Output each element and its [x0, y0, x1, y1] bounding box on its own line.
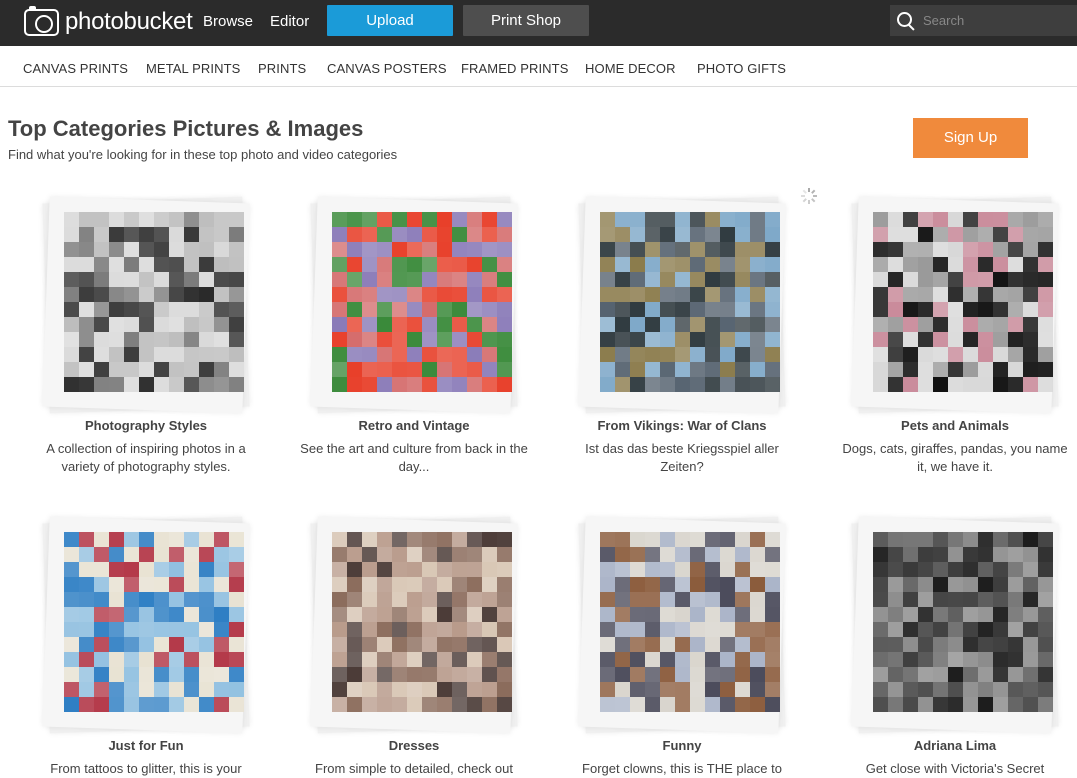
product-nav: CANVAS PRINTS METAL PRINTS PRINTS CANVAS…: [0, 46, 1077, 87]
category-thumbnail[interactable]: [873, 212, 1053, 392]
category-thumbnail[interactable]: [332, 212, 512, 392]
category-title[interactable]: Funny: [552, 738, 812, 753]
logo[interactable]: photobucket: [24, 5, 193, 36]
category-title[interactable]: Adriana Lima: [825, 738, 1077, 753]
logo-text: photobucket: [65, 8, 193, 35]
category-thumbnail[interactable]: [64, 532, 244, 712]
category-thumbnail[interactable]: [600, 212, 780, 392]
subnav-prints[interactable]: PRINTS: [258, 61, 306, 76]
category-description: From tattoos to glitter, this is your: [50, 761, 242, 776]
category-title[interactable]: Dresses: [284, 738, 544, 753]
category-thumbnail-stack: [578, 516, 786, 734]
subnav-home-decor[interactable]: HOME DECOR: [585, 61, 676, 76]
category-description: Dogs, cats, giraffes, pandas, you name i…: [842, 441, 1068, 474]
subnav-photo-gifts[interactable]: PHOTO GIFTS: [697, 61, 786, 76]
category-thumbnail-stack: [578, 196, 786, 414]
category-description: A collection of inspiring photos in a va…: [46, 441, 246, 474]
category-title[interactable]: Just for Fun: [16, 738, 276, 753]
nav-browse[interactable]: Browse: [203, 13, 253, 30]
subnav-metal-prints[interactable]: METAL PRINTS: [146, 61, 240, 76]
subnav-canvas-prints[interactable]: CANVAS PRINTS: [23, 61, 128, 76]
camera-icon: [24, 5, 59, 36]
category-description: Ist das das beste Kriegsspiel aller Zeit…: [585, 441, 779, 474]
page-title: Top Categories Pictures & Images: [8, 116, 364, 141]
loading-spinner-icon: [801, 188, 817, 204]
category-description: See the art and culture from back in the…: [300, 441, 528, 474]
category-title[interactable]: From Vikings: War of Clans: [552, 418, 812, 433]
page-subtitle: Find what you're looking for in these to…: [8, 147, 398, 162]
search-icon[interactable]: [890, 5, 920, 36]
category-thumbnail-stack: [310, 196, 518, 414]
print-shop-button[interactable]: Print Shop: [463, 5, 589, 36]
category-thumbnail[interactable]: [332, 532, 512, 712]
search-input[interactable]: [923, 13, 1073, 28]
category-title[interactable]: Photography Styles: [16, 418, 276, 433]
sign-up-button[interactable]: Sign Up: [913, 118, 1028, 158]
category-thumbnail[interactable]: [64, 212, 244, 392]
top-bar: photobucket Browse Editor Upload Print S…: [0, 0, 1077, 46]
category-thumbnail-stack: [42, 196, 250, 414]
upload-button[interactable]: Upload: [327, 5, 453, 36]
search-box: [890, 5, 1077, 36]
category-thumbnail[interactable]: [873, 532, 1053, 712]
category-thumbnail-stack: [310, 516, 518, 734]
nav-editor[interactable]: Editor: [270, 13, 309, 30]
category-description: From simple to detailed, check out: [315, 761, 513, 776]
category-title[interactable]: Retro and Vintage: [284, 418, 544, 433]
category-description: Get close with Victoria's Secret: [865, 761, 1045, 776]
category-thumbnail-stack: [851, 196, 1059, 414]
category-thumbnail[interactable]: [600, 532, 780, 712]
category-title[interactable]: Pets and Animals: [825, 418, 1077, 433]
subnav-canvas-posters[interactable]: CANVAS POSTERS: [327, 61, 447, 76]
category-thumbnail-stack: [851, 516, 1059, 734]
category-description: Forget clowns, this is THE place to: [582, 761, 782, 776]
category-thumbnail-stack: [42, 516, 250, 734]
subnav-framed-prints[interactable]: FRAMED PRINTS: [461, 61, 568, 76]
